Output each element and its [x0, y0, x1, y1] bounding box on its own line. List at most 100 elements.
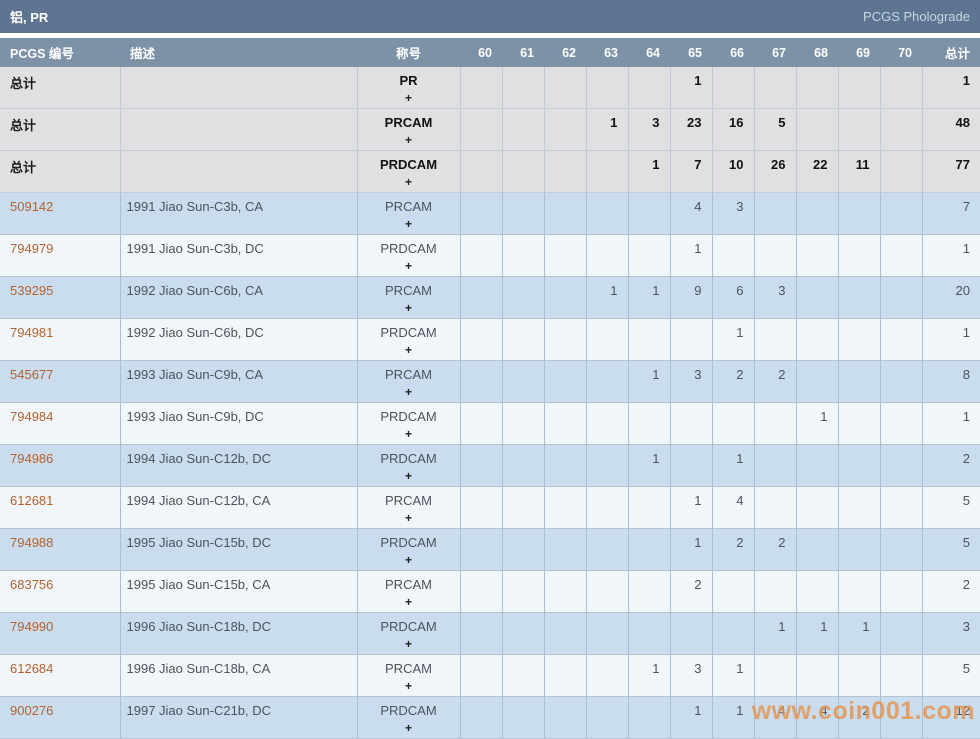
pcgs-number-link[interactable]: 794990	[10, 619, 53, 634]
grade-68-cell: 22	[796, 150, 839, 193]
designation-label: PRDCAM	[380, 535, 437, 550]
grade-61-cell	[502, 486, 545, 529]
grade-61-cell	[502, 696, 545, 739]
grade-63-cell	[586, 67, 629, 109]
total-cell: 2	[922, 444, 980, 487]
designation-cell: PRDCAM +	[357, 612, 461, 655]
designation-label: PRDCAM	[380, 703, 437, 718]
grade-62-cell	[544, 696, 587, 739]
total-cell: 5	[922, 654, 980, 697]
total-cell: 1	[922, 402, 980, 445]
grade-68-cell: 1	[796, 402, 839, 445]
pcgs-number-link[interactable]: 509142	[10, 199, 53, 214]
grade-68-cell	[796, 318, 839, 361]
col-header-grade-66: 66	[712, 38, 754, 67]
grade-69-cell: 2	[838, 696, 881, 739]
grade-61-cell	[502, 234, 545, 277]
grade-60-cell	[460, 570, 503, 613]
grade-64-cell: 3	[628, 108, 671, 151]
col-header-description: 描述	[120, 38, 357, 67]
pcgs-number-link[interactable]: 794979	[10, 241, 53, 256]
grade-64-cell	[628, 486, 671, 529]
grade-67-cell	[754, 318, 797, 361]
grade-67-cell	[754, 444, 797, 487]
grade-69-cell	[838, 108, 881, 151]
grade-69-cell	[838, 486, 881, 529]
total-cell: 1	[922, 318, 980, 361]
grade-62-cell	[544, 276, 587, 319]
description-cell: 1995 Jiao Sun-C15b, DC	[120, 528, 358, 571]
plus-label: +	[404, 301, 412, 315]
grade-69-cell	[838, 318, 881, 361]
grade-64-cell	[628, 402, 671, 445]
grade-69-cell: 1	[838, 612, 881, 655]
grade-63-cell	[586, 234, 629, 277]
grade-68-cell	[796, 570, 839, 613]
grade-63-cell	[586, 654, 629, 697]
pcgs-number-cell: 683756	[0, 570, 121, 613]
total-cell: 77	[922, 150, 980, 193]
grade-63-cell	[586, 360, 629, 403]
grade-64-cell	[628, 696, 671, 739]
grade-62-cell	[544, 318, 587, 361]
pcgs-number-link[interactable]: 539295	[10, 283, 53, 298]
description-cell	[120, 150, 358, 193]
designation-label: PRDCAM	[380, 325, 437, 340]
pcgs-number-link[interactable]: 612684	[10, 661, 53, 676]
grade-60-cell	[460, 360, 503, 403]
grade-68-cell	[796, 528, 839, 571]
pcgs-number-link[interactable]: 794986	[10, 451, 53, 466]
designation-label: PRCAM	[385, 367, 432, 382]
grade-67-cell: 2	[754, 360, 797, 403]
grade-60-cell	[460, 486, 503, 529]
designation-cell: PRCAM +	[357, 276, 461, 319]
pcgs-number-link[interactable]: 900276	[10, 703, 53, 718]
pcgs-number-link[interactable]: 794981	[10, 325, 53, 340]
pcgs-number-link[interactable]: 545677	[10, 367, 53, 382]
grade-65-cell: 7	[670, 150, 713, 193]
grade-64-cell: 1	[628, 276, 671, 319]
designation-label: PRCAM	[385, 283, 432, 298]
grade-66-cell	[712, 570, 755, 613]
summary-row: 总计 PRDCAM +1 7 10 26 22 11 77	[0, 150, 980, 193]
designation-label: PRDCAM	[380, 409, 437, 424]
grade-60-cell	[460, 150, 503, 193]
grade-69-cell: 11	[838, 150, 881, 193]
grade-69-cell	[838, 570, 881, 613]
table-row: 794979 1991 Jiao Sun-C3b, DC PRDCAM +1 1	[0, 234, 980, 277]
grade-69-cell	[838, 654, 881, 697]
pcgs-number-link[interactable]: 794984	[10, 409, 53, 424]
pcgs-number-link[interactable]: 612681	[10, 493, 53, 508]
grade-66-cell	[712, 234, 755, 277]
grade-60-cell	[460, 402, 503, 445]
grade-61-cell	[502, 402, 545, 445]
col-header-grade-65: 65	[670, 38, 712, 67]
grade-70-cell	[880, 67, 923, 109]
grade-67-cell: 3	[754, 276, 797, 319]
description-cell: 1992 Jiao Sun-C6b, DC	[120, 318, 358, 361]
pcgs-number-cell: 794990	[0, 612, 121, 655]
plus-label: +	[404, 679, 412, 693]
grade-69-cell	[838, 67, 881, 109]
designation-cell: PRDCAM +	[357, 444, 461, 487]
designation-cell: PRDCAM +	[357, 150, 461, 193]
pcgs-number-cell: 900276	[0, 696, 121, 739]
designation-cell: PRCAM +	[357, 108, 461, 151]
grade-62-cell	[544, 360, 587, 403]
col-header-grade-63: 63	[586, 38, 628, 67]
grade-67-cell	[754, 67, 797, 109]
grade-67-cell	[754, 234, 797, 277]
grade-67-cell	[754, 654, 797, 697]
grade-63-cell	[586, 402, 629, 445]
grade-60-cell	[460, 192, 503, 235]
grade-69-cell	[838, 528, 881, 571]
pcgs-number-link[interactable]: 794988	[10, 535, 53, 550]
grade-67-cell	[754, 486, 797, 529]
designation-label: PRCAM	[385, 493, 432, 508]
table-row: 794990 1996 Jiao Sun-C18b, DC PRDCAM +1 1 1 3	[0, 612, 980, 655]
grade-64-cell: 1	[628, 360, 671, 403]
col-header-designation: 称号	[357, 38, 460, 67]
grade-68-cell	[796, 67, 839, 109]
pcgs-number-link[interactable]: 683756	[10, 577, 53, 592]
grade-61-cell	[502, 108, 545, 151]
